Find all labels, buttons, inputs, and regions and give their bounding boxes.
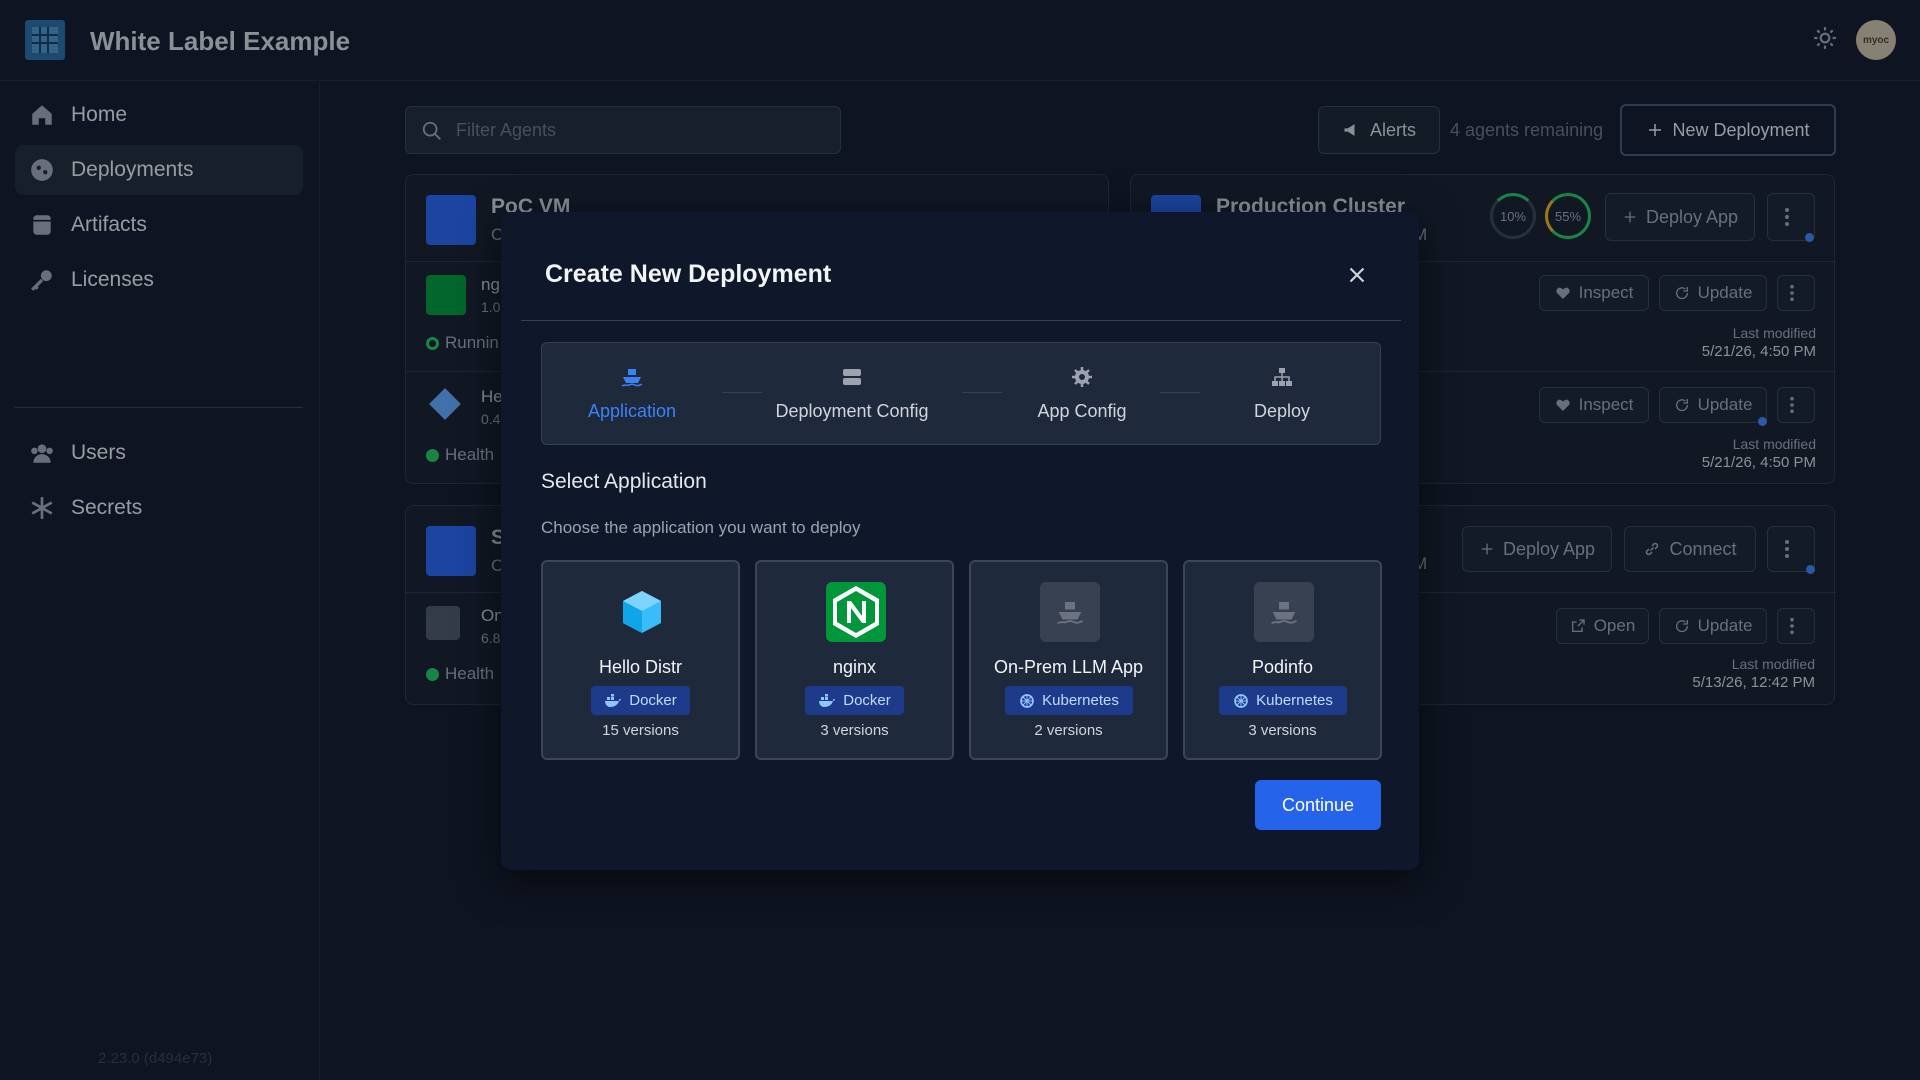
- step-label: Application: [587, 401, 677, 421]
- platform-label: Kubernetes: [1256, 692, 1333, 709]
- nginx-icon: [826, 582, 886, 642]
- step-connector: [962, 392, 1002, 393]
- app-card-nginx[interactable]: nginx Docker 3 versions: [755, 560, 954, 760]
- platform-label: Docker: [843, 692, 891, 709]
- app-name: Hello Distr: [598, 657, 682, 677]
- platform-badge: Docker: [805, 686, 904, 715]
- continue-button[interactable]: Continue: [1255, 780, 1381, 830]
- create-deployment-dialog: Create New Deployment Application Deploy…: [501, 212, 1419, 870]
- docker-icon: [605, 693, 622, 707]
- section-subtitle: Choose the application you want to deplo…: [541, 518, 861, 537]
- section-title: Select Application: [541, 470, 707, 493]
- version-count: 3 versions: [1248, 722, 1317, 739]
- step-application[interactable]: Application: [562, 365, 702, 422]
- ship-icon: [621, 369, 643, 387]
- app-name: Podinfo: [1251, 657, 1314, 677]
- platform-label: Kubernetes: [1042, 692, 1119, 709]
- server-icon: [843, 369, 861, 385]
- docker-icon: [819, 693, 836, 707]
- step-connector: [1160, 392, 1200, 393]
- version-count: 2 versions: [1034, 722, 1103, 739]
- version-count: 15 versions: [602, 722, 679, 739]
- version-count: 3 versions: [820, 722, 889, 739]
- step-deployment-config[interactable]: Deployment Config: [772, 365, 932, 422]
- platform-badge: Kubernetes: [1005, 686, 1133, 715]
- app-card-podinfo[interactable]: Podinfo Kubernetes 3 versions: [1183, 560, 1382, 760]
- dialog-divider: [521, 320, 1401, 321]
- network-icon: [1272, 368, 1292, 386]
- ship-icon: [1254, 582, 1314, 642]
- ship-icon: [1040, 582, 1100, 642]
- dialog-title: Create New Deployment: [545, 260, 832, 288]
- platform-label: Docker: [629, 692, 677, 709]
- platform-badge: Docker: [591, 686, 690, 715]
- app-card-hello-distr[interactable]: Hello Distr Docker 15 versions: [541, 560, 740, 760]
- app-card-on-prem-llm[interactable]: On-Prem LLM App Kubernetes 2 versions: [969, 560, 1168, 760]
- gear-icon: [1072, 367, 1092, 387]
- kubernetes-icon: [1234, 693, 1248, 708]
- step-label: App Config: [1037, 401, 1127, 421]
- step-label: Deploy: [1253, 401, 1311, 421]
- app-name: On-Prem LLM App: [993, 657, 1144, 677]
- step-connector: [722, 392, 762, 393]
- app-name: nginx: [832, 657, 877, 677]
- close-icon[interactable]: [1344, 262, 1370, 288]
- step-app-config[interactable]: App Config: [1012, 365, 1152, 422]
- kubernetes-icon: [1020, 693, 1034, 708]
- platform-badge: Kubernetes: [1219, 686, 1347, 715]
- step-deploy[interactable]: Deploy: [1212, 365, 1352, 422]
- deployment-stepper: Application Deployment Config App Config…: [541, 342, 1381, 445]
- step-label: Deployment Config: [775, 401, 929, 421]
- cube-icon: [612, 582, 672, 642]
